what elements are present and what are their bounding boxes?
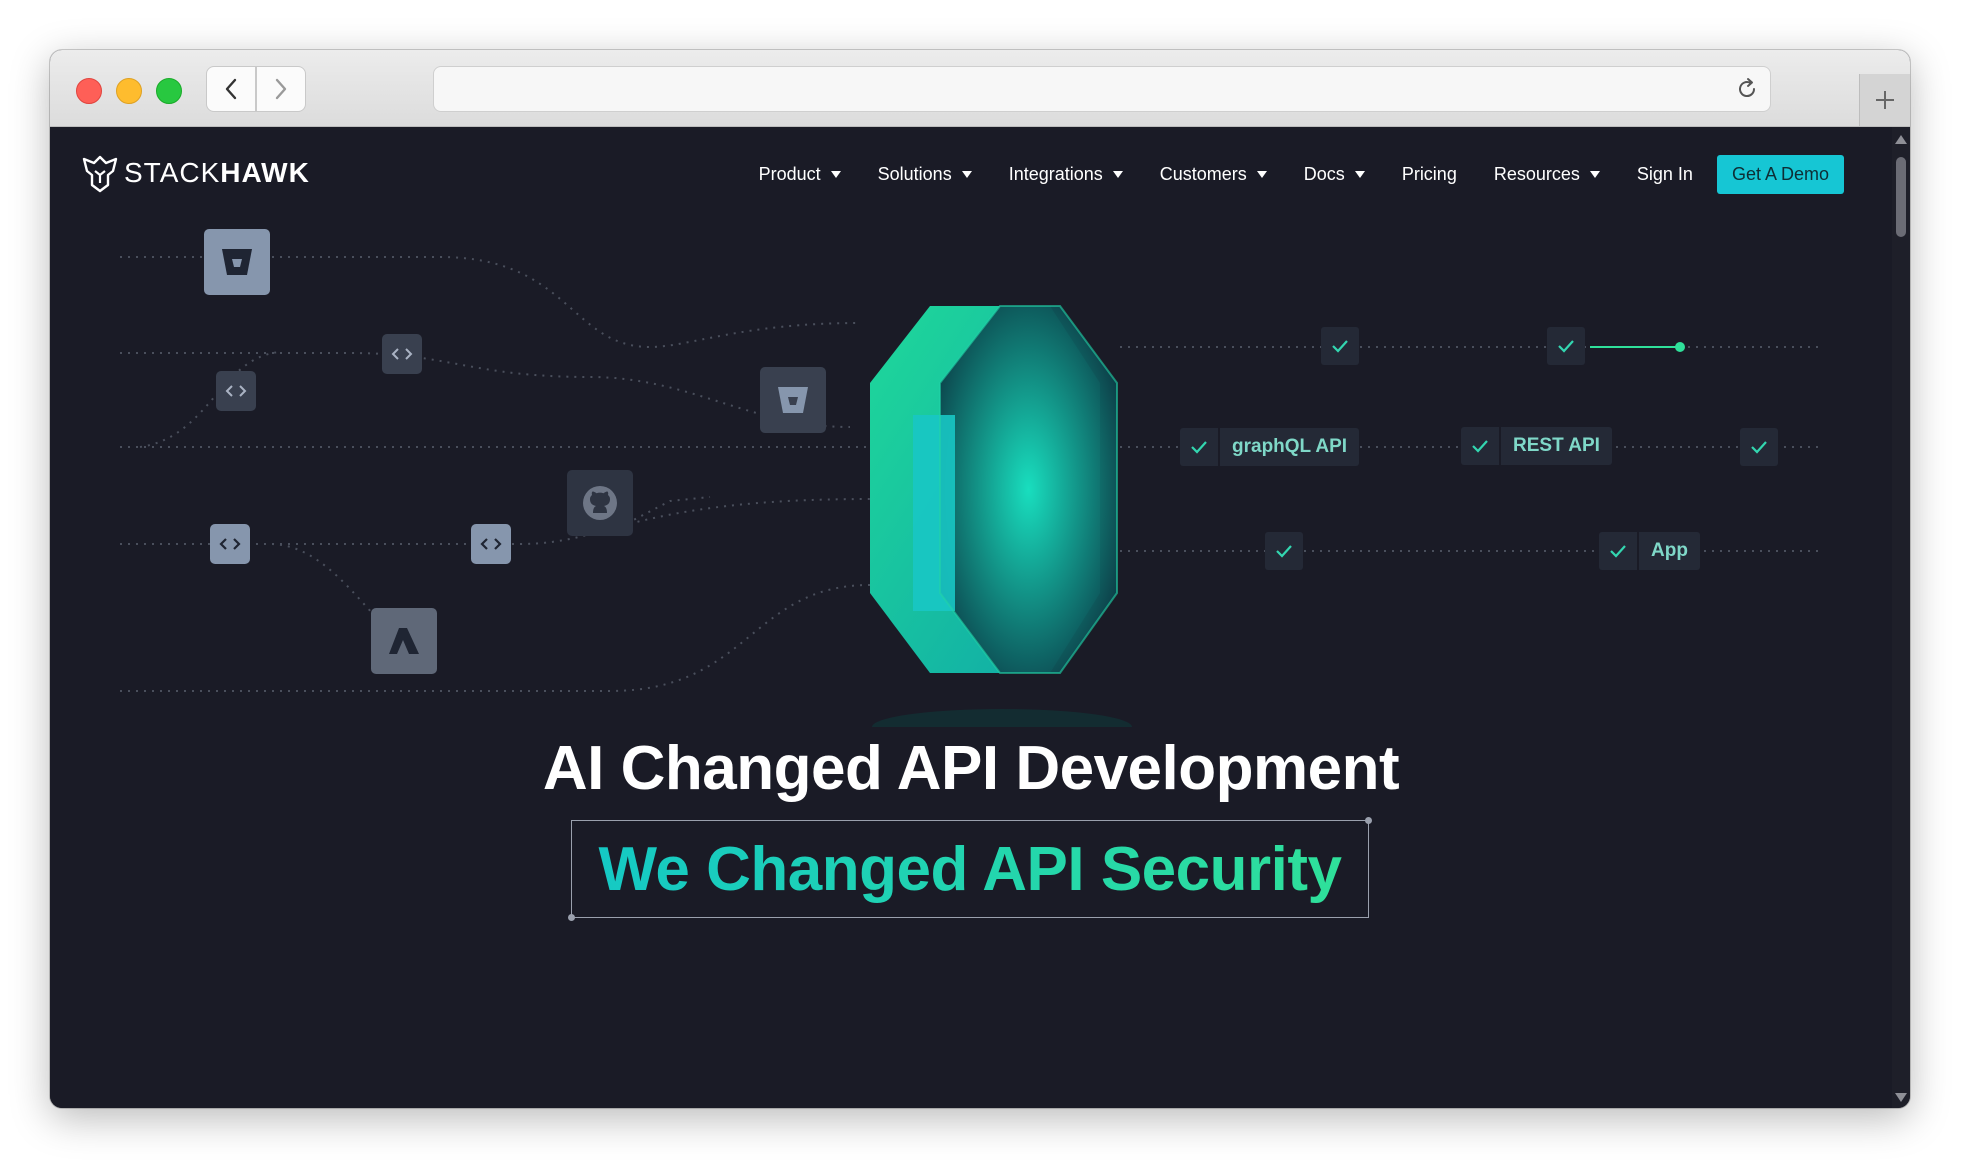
- check-icon: [1276, 545, 1292, 558]
- browser-toolbar: [50, 50, 1910, 127]
- address-bar[interactable]: [433, 66, 1771, 112]
- chevron-right-icon: [275, 78, 287, 100]
- chip-label: App: [1651, 540, 1688, 561]
- code-tile: [210, 524, 250, 564]
- hero-title: AI Changed API Development: [542, 734, 1400, 803]
- github-tile: [567, 470, 633, 536]
- scroll-thumb[interactable]: [1896, 157, 1906, 237]
- check-icon: [1610, 545, 1626, 558]
- check-badge: [1321, 327, 1359, 365]
- code-icon: [480, 538, 502, 550]
- chip-label: graphQL API: [1232, 436, 1348, 457]
- code-icon: [391, 348, 413, 360]
- code-tile: [216, 371, 256, 411]
- code-tile: [382, 334, 422, 374]
- check-badge: [1547, 327, 1585, 365]
- check-badge: [1599, 532, 1639, 570]
- check-badge: [1740, 428, 1778, 466]
- bitbucket-tile: [204, 229, 270, 295]
- stackhawk-gem-graphic: [870, 305, 1118, 674]
- page-content: STACKHAWK Product Solutions Integrations…: [50, 127, 1892, 1108]
- hero-subtitle: We Changed API Security: [598, 834, 1342, 904]
- check-badge: [1180, 428, 1220, 466]
- minimize-window-button[interactable]: [116, 78, 142, 104]
- forward-button[interactable]: [256, 66, 306, 112]
- close-window-button[interactable]: [76, 78, 102, 104]
- github-icon: [583, 486, 617, 520]
- chip-label: REST API: [1513, 435, 1600, 456]
- maximize-window-button[interactable]: [156, 78, 182, 104]
- check-icon: [1751, 441, 1767, 454]
- plus-icon: [1876, 91, 1894, 109]
- check-badge: [1461, 427, 1501, 465]
- new-tab-button[interactable]: [1859, 74, 1910, 126]
- rest-api-chip: REST API: [1461, 427, 1612, 465]
- check-icon: [1191, 441, 1207, 454]
- bitbucket-icon: [222, 249, 252, 275]
- scroll-down-arrow[interactable]: [1895, 1093, 1907, 1102]
- scroll-up-arrow[interactable]: [1895, 135, 1907, 144]
- bitbucket-tile: [760, 367, 826, 433]
- hero-subtitle-frame: We Changed API Security: [568, 817, 1372, 921]
- frame-handle: [568, 914, 575, 921]
- check-icon: [1558, 340, 1574, 353]
- check-badge: [1265, 532, 1303, 570]
- browser-window: STACKHAWK Product Solutions Integrations…: [50, 50, 1910, 1108]
- back-button[interactable]: [206, 66, 256, 112]
- reload-icon[interactable]: [1734, 76, 1760, 102]
- page-scrollbar[interactable]: [1892, 127, 1910, 1108]
- code-icon: [219, 538, 241, 550]
- azure-icon: [389, 628, 419, 654]
- frame-handle: [1365, 817, 1372, 824]
- check-icon: [1472, 440, 1488, 453]
- graphql-api-chip: graphQL API: [1180, 428, 1360, 466]
- chevron-left-icon: [225, 78, 237, 100]
- bitbucket-icon: [778, 387, 808, 413]
- app-chip: App: [1599, 532, 1700, 570]
- code-icon: [225, 385, 247, 397]
- code-tile: [471, 524, 511, 564]
- azure-tile: [371, 608, 437, 674]
- check-icon: [1332, 340, 1348, 353]
